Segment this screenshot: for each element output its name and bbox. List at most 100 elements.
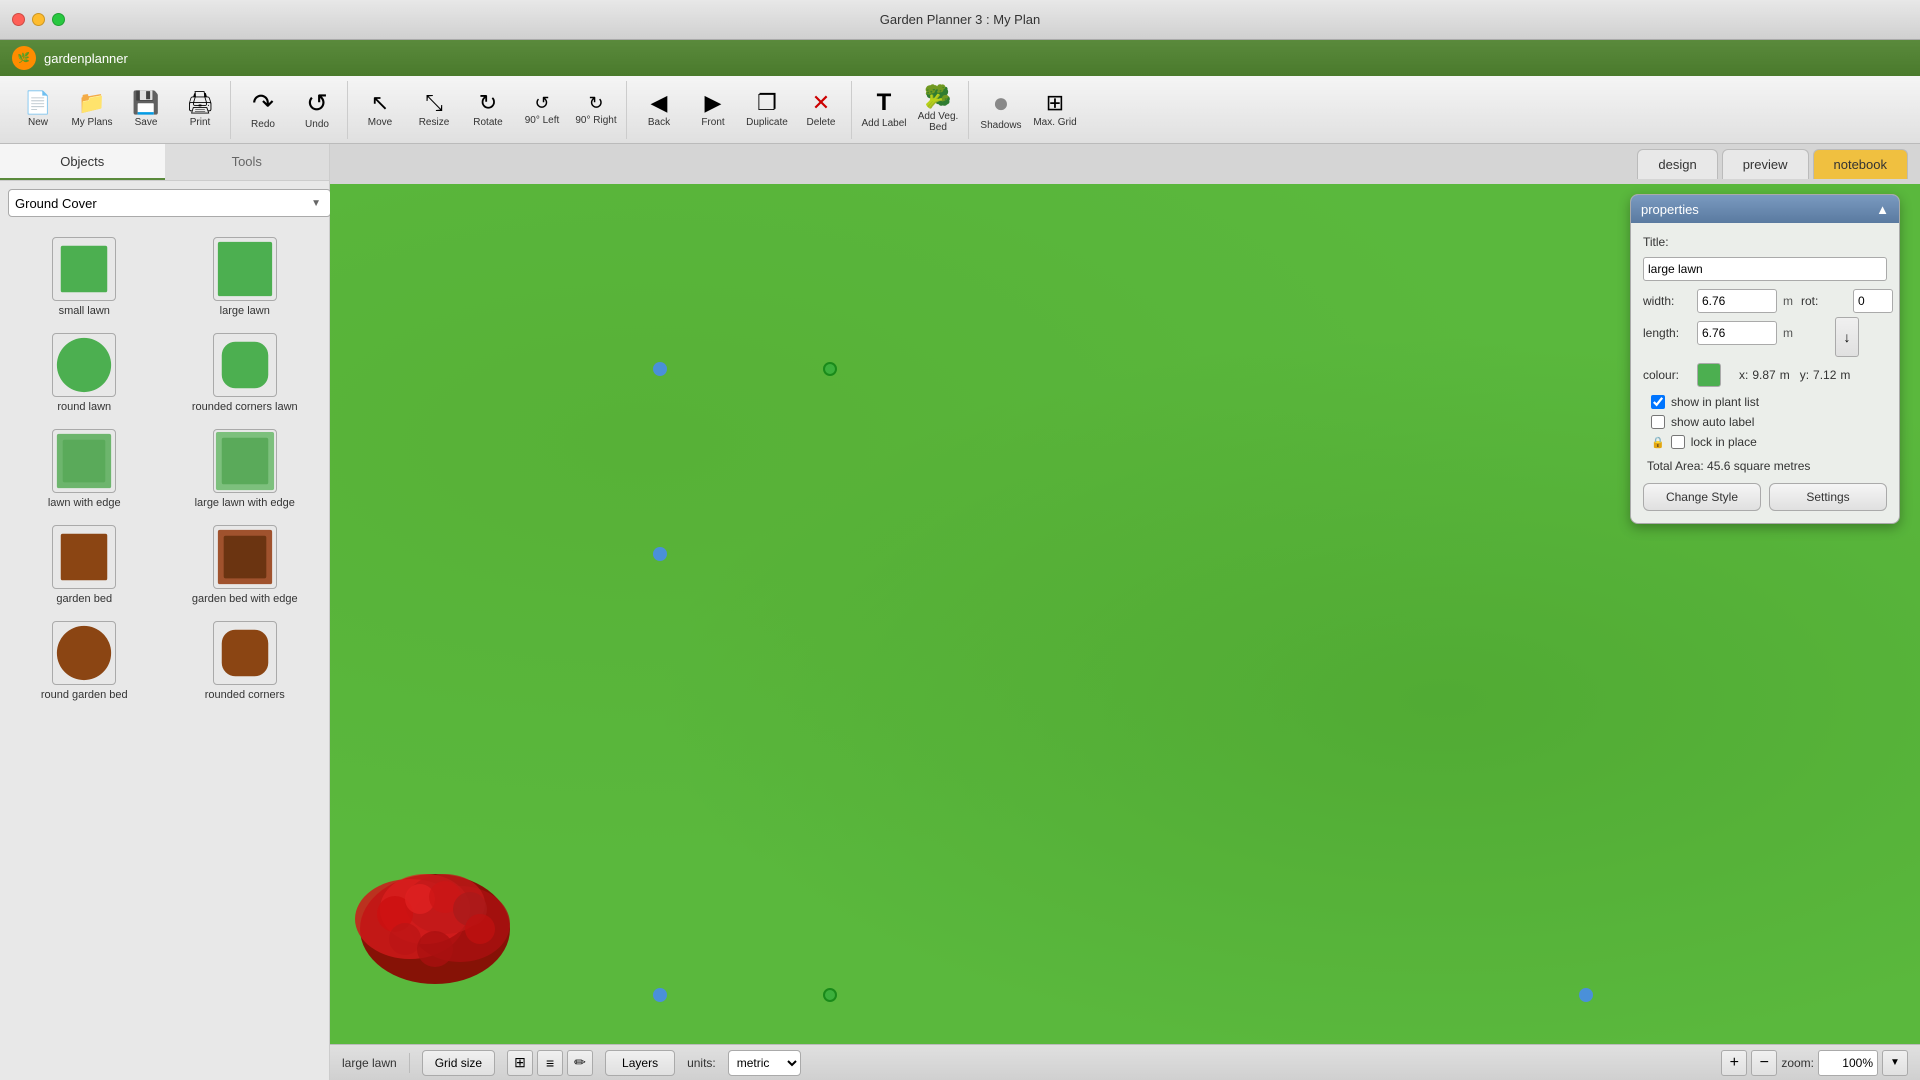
object-item-garden-bed-with-edge[interactable]: garden bed with edge [169,521,322,609]
show-auto-label-label: show auto label [1671,415,1754,429]
zoom-dropdown-button[interactable]: ▼ [1882,1050,1908,1076]
title-input[interactable] [1643,257,1887,281]
layers-button[interactable]: Layers [605,1050,675,1076]
90left-button[interactable]: ↺ 90° Left [516,81,568,139]
rotation-arrow[interactable]: ↓ [1835,317,1859,357]
add-veg-bed-button[interactable]: 🥦 Add Veg. Bed [912,81,964,139]
control-point-blue-1[interactable] [653,362,667,376]
change-style-button[interactable]: Change Style [1643,483,1761,511]
resize-button[interactable]: ⤡ Resize [408,81,460,139]
control-point-blue-bottom[interactable] [653,988,667,1002]
show-auto-label-checkbox[interactable] [1651,415,1665,429]
maximize-button[interactable] [52,13,65,26]
list-view-icon[interactable]: ≡ [537,1050,563,1076]
rot-label: rot: [1801,294,1849,308]
tab-design[interactable]: design [1637,149,1717,179]
duplicate-icon: ❐ [757,92,777,114]
width-label: width: [1643,294,1691,308]
control-point-green-2[interactable] [823,988,837,1002]
window-controls[interactable] [12,13,65,26]
my-plans-icon: 📁 [78,92,105,114]
properties-collapse-icon[interactable]: ▲ [1876,202,1889,217]
shadows-button[interactable]: ● Shadows [975,81,1027,139]
control-point-blue-2[interactable] [653,547,667,561]
rotate-button[interactable]: ↻ Rotate [462,81,514,139]
minimize-button[interactable] [32,13,45,26]
history-tools-group: ↷ Redo ↺ Undo [233,81,348,139]
length-input[interactable] [1697,321,1777,345]
resize-icon: ⤡ [425,92,443,114]
control-point-blue-right-bottom[interactable] [1579,988,1593,1002]
zoom-input[interactable] [1818,1050,1878,1076]
toolbar: 📄 New 📁 My Plans 💾 Save 🖨 Print ↷ Redo ↺… [0,76,1920,144]
undo-button[interactable]: ↺ Undo [291,81,343,139]
save-button[interactable]: 💾 Save [120,81,172,139]
tab-preview[interactable]: preview [1722,149,1809,179]
object-item-small-lawn[interactable]: small lawn [8,233,161,321]
back-button[interactable]: ◀ Back [633,81,685,139]
move-button[interactable]: ↖ Move [354,81,406,139]
coords-row: x: 9.87 m y: 7.12 m [1739,368,1850,382]
view-icons-group: ⊞ ≡ ✏ [507,1050,593,1076]
x-label: x: [1739,368,1748,382]
max-grid-icon: ⊞ [1046,92,1064,114]
add-veg-bed-label: Add Veg. Bed [913,111,963,133]
colour-swatch[interactable] [1697,363,1721,387]
90right-label: 90° Right [575,115,616,126]
zoom-out-button[interactable]: − [1751,1050,1777,1076]
rotation-input[interactable] [1853,289,1893,313]
category-select[interactable]: Ground Cover Trees Shrubs Flowers [8,189,331,217]
grid-size-button[interactable]: Grid size [422,1050,495,1076]
object-item-lawn-with-edge[interactable]: lawn with edge [8,425,161,513]
close-button[interactable] [12,13,25,26]
lock-in-place-label: lock in place [1691,435,1757,449]
properties-body: Title: width: m [1631,223,1899,523]
units-select[interactable]: metric imperial [728,1050,801,1076]
app-header: 🌿 gardenplanner [0,40,1920,76]
label-tools-group: T Add Label 🥦 Add Veg. Bed [854,81,969,139]
lock-in-place-checkbox[interactable] [1671,435,1685,449]
object-item-rounded-corners[interactable]: rounded corners [169,617,322,705]
units-label: units: [687,1056,716,1070]
tab-tools[interactable]: Tools [165,144,330,180]
object-item-rounded-corners-lawn[interactable]: rounded corners lawn [169,329,322,417]
rotate-icon: ↻ [479,92,497,114]
show-in-plant-list-checkbox[interactable] [1651,395,1665,409]
object-item-garden-bed[interactable]: garden bed [8,521,161,609]
pen-view-icon[interactable]: ✏ [567,1050,593,1076]
object-item-large-lawn[interactable]: large lawn [169,233,322,321]
settings-button[interactable]: Settings [1769,483,1887,511]
round-lawn-icon [52,333,116,397]
front-label: Front [701,117,724,128]
new-button[interactable]: 📄 New [12,81,64,139]
category-selector[interactable]: Ground Cover Trees Shrubs Flowers ▼ [8,189,321,217]
my-plans-button[interactable]: 📁 My Plans [66,81,118,139]
tab-notebook[interactable]: notebook [1813,149,1909,179]
large-lawn-icon [213,237,277,301]
duplicate-label: Duplicate [746,117,788,128]
y-label: y: [1800,368,1809,382]
print-button[interactable]: 🖨 Print [174,81,226,139]
colour-label: colour: [1643,368,1691,382]
zoom-in-button[interactable]: + [1721,1050,1747,1076]
move-icon: ↖ [371,92,389,114]
redo-button[interactable]: ↷ Redo [237,81,289,139]
width-input[interactable] [1697,289,1777,313]
90right-button[interactable]: ↻ 90° Right [570,81,622,139]
tab-objects[interactable]: Objects [0,144,165,180]
object-item-round-garden-bed[interactable]: round garden bed [8,617,161,705]
object-item-round-lawn[interactable]: round lawn [8,329,161,417]
status-separator-1 [409,1053,410,1073]
object-item-large-lawn-with-edge[interactable]: large lawn with edge [169,425,322,513]
front-button[interactable]: ▶ Front [687,81,739,139]
y-value: 7.12 [1813,368,1836,382]
canvas-wrapper[interactable]: properties ▲ Title: width [330,184,1920,1044]
sidebar: Objects Tools Ground Cover Trees Shrubs … [0,144,330,1080]
title-bar: Garden Planner 3 : My Plan [0,0,1920,40]
max-grid-button[interactable]: ⊞ Max. Grid [1029,81,1081,139]
add-label-button[interactable]: T Add Label [858,81,910,139]
grid-view-icon[interactable]: ⊞ [507,1050,533,1076]
delete-button[interactable]: ✕ Delete [795,81,847,139]
duplicate-button[interactable]: ❐ Duplicate [741,81,793,139]
control-point-green-1[interactable] [823,362,837,376]
